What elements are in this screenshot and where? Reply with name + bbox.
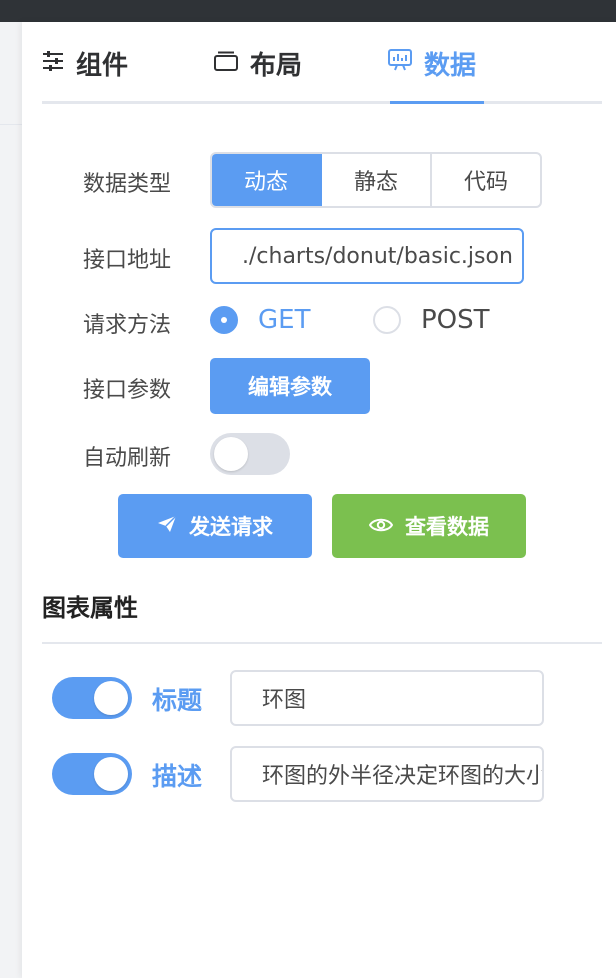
section-divider xyxy=(42,642,602,644)
tab-data[interactable]: 数据 xyxy=(388,22,476,104)
eye-icon xyxy=(368,514,394,538)
radio-checked-icon xyxy=(210,306,238,334)
data-type-label: 数据类型 xyxy=(83,172,172,197)
left-panel-edge xyxy=(0,22,22,978)
send-request-button[interactable]: 发送请求 xyxy=(118,494,312,558)
switch-knob xyxy=(214,437,248,471)
data-type-code[interactable]: 代码 xyxy=(432,154,540,206)
tab-layout[interactable]: 布局 xyxy=(214,22,302,104)
method-get-radio[interactable]: GET xyxy=(210,302,310,338)
data-type-segmented: 动态 静态 代码 xyxy=(210,152,542,208)
data-type-dynamic[interactable]: 动态 xyxy=(212,154,322,206)
method-get-label: GET xyxy=(258,305,311,335)
method-post-label: POST xyxy=(421,305,490,335)
view-data-button[interactable]: 查看数据 xyxy=(332,494,526,558)
data-type-static[interactable]: 静态 xyxy=(322,154,432,206)
settings-panel: 组件 布局 数据 数据类型 动态 静态 代码 接口地址 ./charts/don… xyxy=(22,22,616,978)
switch-knob xyxy=(94,681,128,715)
api-url-label: 接口地址 xyxy=(83,248,172,273)
tab-components-label: 组件 xyxy=(76,50,129,81)
window-top-bar xyxy=(0,0,616,22)
auto-refresh-switch[interactable] xyxy=(210,433,290,475)
radio-unchecked-icon xyxy=(373,306,401,334)
switch-knob xyxy=(94,757,128,791)
api-url-input[interactable] xyxy=(210,228,524,284)
api-params-label: 接口参数 xyxy=(83,378,172,403)
active-tab-indicator xyxy=(390,101,484,104)
title-switch[interactable] xyxy=(52,677,132,719)
left-edge-divider xyxy=(0,124,22,125)
method-post-radio[interactable]: POST xyxy=(373,302,490,338)
layout-icon xyxy=(214,48,238,78)
paper-plane-icon xyxy=(157,514,177,538)
title-input[interactable] xyxy=(230,670,544,726)
request-method-label: 请求方法 xyxy=(83,313,172,338)
view-data-label: 查看数据 xyxy=(405,515,489,539)
chart-props-title: 图表属性 xyxy=(42,594,138,622)
tab-bar: 组件 布局 数据 xyxy=(42,22,602,104)
description-input[interactable] xyxy=(230,746,544,802)
sliders-icon xyxy=(42,48,64,78)
tab-layout-label: 布局 xyxy=(250,50,303,81)
edit-params-button[interactable]: 编辑参数 xyxy=(210,358,370,414)
tab-data-label: 数据 xyxy=(424,50,477,81)
auto-refresh-label: 自动刷新 xyxy=(83,446,172,471)
description-switch[interactable] xyxy=(52,753,132,795)
title-prop-label: 标题 xyxy=(152,686,203,715)
chart-icon xyxy=(388,48,412,78)
tab-components[interactable]: 组件 xyxy=(42,22,128,104)
description-prop-label: 描述 xyxy=(152,762,203,791)
edit-params-button-label: 编辑参数 xyxy=(248,375,332,399)
send-request-label: 发送请求 xyxy=(189,515,273,539)
